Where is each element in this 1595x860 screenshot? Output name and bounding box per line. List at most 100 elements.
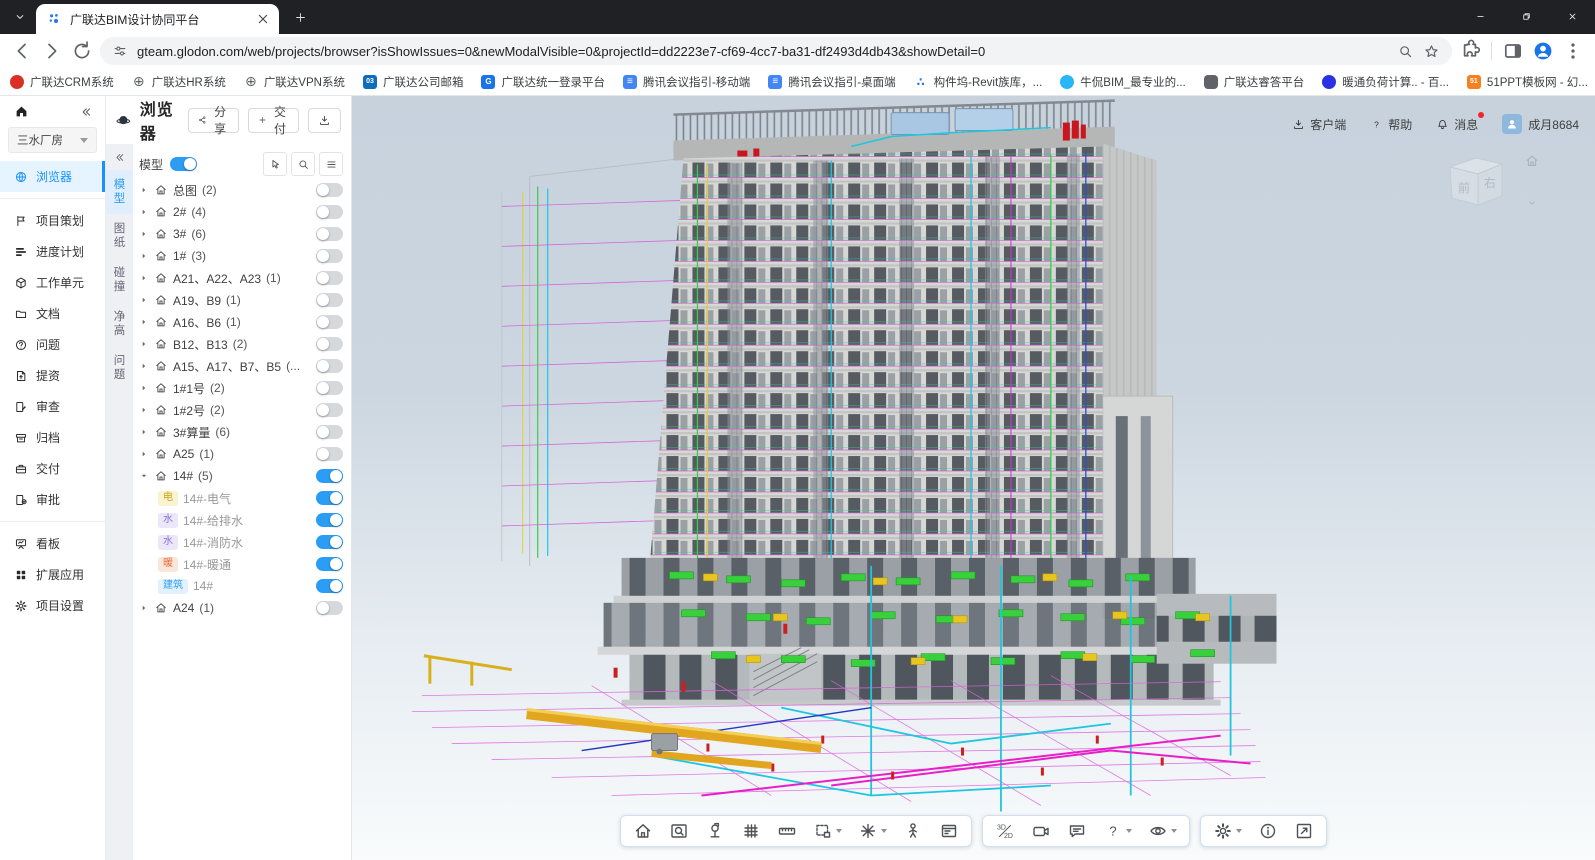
tree-row[interactable]: 1#2号 (2) — [139, 399, 343, 421]
visibility-toggle[interactable] — [316, 447, 343, 461]
visibility-toggle[interactable] — [316, 315, 343, 329]
tree-row[interactable]: A19、B9 (1) — [139, 289, 343, 311]
panel-tab[interactable]: 净高 — [106, 302, 133, 346]
sidebar-item[interactable]: 交付 — [0, 453, 105, 484]
user-menu[interactable]: 成月8684 — [1502, 114, 1579, 134]
toolbar-button[interactable] — [777, 821, 797, 841]
site-info-icon[interactable] — [112, 43, 128, 59]
caret-right-icon[interactable] — [139, 185, 149, 195]
tree-row[interactable]: 1#1号 (2) — [139, 377, 343, 399]
visibility-toggle[interactable] — [316, 403, 343, 417]
toolbar-button[interactable] — [1213, 821, 1242, 841]
visibility-toggle[interactable] — [316, 337, 343, 351]
tree-row[interactable]: 水 14#-消防水 — [139, 531, 343, 553]
view-cube-right-label[interactable]: 右 — [1484, 175, 1496, 190]
window-close-button[interactable] — [1549, 0, 1595, 32]
view-home-icon[interactable] — [1524, 153, 1540, 169]
toolbar-button[interactable]: ? — [1103, 821, 1132, 841]
caret-right-icon[interactable] — [139, 405, 149, 415]
toolbar-button[interactable] — [1294, 821, 1314, 841]
visibility-toggle[interactable] — [316, 359, 343, 373]
sidebar-item[interactable]: 扩展应用 — [0, 559, 105, 590]
visibility-toggle[interactable] — [316, 293, 343, 307]
toolbar-button[interactable] — [903, 821, 923, 841]
extensions-icon[interactable] — [1458, 39, 1482, 63]
toolbar-button[interactable] — [858, 821, 887, 841]
tree-row[interactable]: 总图 (2) — [139, 179, 343, 201]
sidebar-item[interactable]: 进度计划 — [0, 236, 105, 267]
toolbar-button[interactable] — [633, 821, 653, 841]
tree-row[interactable]: A21、A22、A23 (1) — [139, 267, 343, 289]
url-text[interactable]: gteam.glodon.com/web/projects/browser?is… — [137, 44, 1388, 59]
caret-right-icon[interactable] — [139, 295, 149, 305]
help-link[interactable]: ? 帮助 — [1370, 116, 1412, 133]
bookmark[interactable]: 广联达睿答平台 — [1204, 74, 1305, 90]
select-tool-button[interactable] — [263, 152, 287, 176]
sidebar-item[interactable]: 工作单元 — [0, 267, 105, 298]
visibility-toggle[interactable] — [316, 381, 343, 395]
collapse-panel-button[interactable] — [106, 144, 133, 170]
tree-row[interactable]: 14# (5) — [139, 465, 343, 487]
view-cube[interactable]: 前 右 — [1438, 151, 1540, 213]
bookmark[interactable]: ⊕ 广联达VPN系统 — [244, 74, 345, 90]
visibility-toggle[interactable] — [316, 249, 343, 263]
collapse-sidebar-icon[interactable] — [79, 105, 93, 119]
window-restore-button[interactable] — [1503, 0, 1549, 32]
model-viewport[interactable]: 客户端 ? 帮助 消息 成月8684 前 右 — [352, 96, 1595, 860]
tree-row[interactable]: 电 14#-电气 — [139, 487, 343, 509]
toolbar-button[interactable]: 3D2D — [995, 821, 1015, 841]
toolbar-button[interactable] — [813, 821, 842, 841]
search-button[interactable] — [291, 152, 315, 176]
messages-link[interactable]: 消息 — [1436, 116, 1478, 133]
toolbar-button[interactable] — [1067, 821, 1087, 841]
back-button[interactable] — [10, 39, 34, 63]
caret-right-icon[interactable] — [139, 273, 149, 283]
caret-right-icon[interactable] — [139, 427, 149, 437]
window-minimize-button[interactable] — [1457, 0, 1503, 32]
bookmark[interactable]: ⊕ 广联达HR系统 — [132, 74, 226, 90]
sidebar-item[interactable]: 审批 — [0, 484, 105, 515]
model-master-toggle[interactable] — [170, 157, 197, 171]
toolbar-button[interactable] — [1258, 821, 1278, 841]
caret-right-icon[interactable] — [139, 449, 149, 459]
panel-tab[interactable]: 模型 — [106, 170, 133, 214]
bookmark[interactable]: 牛侃BIM_最专业的... — [1060, 74, 1185, 90]
browser-menu-icon[interactable] — [1561, 39, 1585, 63]
bookmark[interactable]: 广联达CRM系统 — [10, 74, 114, 90]
caret-right-icon[interactable] — [139, 229, 149, 239]
tree-row[interactable]: 建筑 14# — [139, 575, 343, 597]
side-panel-icon[interactable] — [1501, 39, 1525, 63]
tree-row[interactable]: 3#算量 (6) — [139, 421, 343, 443]
zoom-icon[interactable] — [1397, 43, 1414, 60]
visibility-toggle[interactable] — [316, 579, 343, 593]
sidebar-item[interactable]: 项目策划 — [0, 205, 105, 236]
panel-tab[interactable]: 图纸 — [106, 214, 133, 258]
view-cube-menu-icon[interactable] — [1526, 197, 1538, 209]
visibility-toggle[interactable] — [316, 425, 343, 439]
view-cube-front-label[interactable]: 前 — [1458, 180, 1470, 195]
home-icon[interactable] — [14, 104, 29, 119]
toolbar-button[interactable] — [741, 821, 761, 841]
tree-row[interactable]: 2# (4) — [139, 201, 343, 223]
chevron-down-icon[interactable] — [1126, 829, 1132, 833]
visibility-toggle[interactable] — [316, 469, 343, 483]
chevron-down-icon[interactable] — [1236, 829, 1242, 833]
visibility-toggle[interactable] — [316, 513, 343, 527]
list-options-button[interactable] — [319, 152, 343, 176]
client-download-link[interactable]: 客户端 — [1292, 116, 1346, 133]
bookmark[interactable]: 51 51PPT模板网 - 幻... — [1467, 74, 1588, 90]
tree-row[interactable]: A24 (1) — [139, 597, 343, 619]
visibility-toggle[interactable] — [316, 271, 343, 285]
tree-row[interactable]: A15、A17、B7、B5 (... — [139, 355, 343, 377]
caret-down-icon[interactable] — [139, 471, 149, 481]
tree-row[interactable]: 3# (6) — [139, 223, 343, 245]
tree-row[interactable]: B12、B13 (2) — [139, 333, 343, 355]
download-button[interactable] — [308, 108, 341, 133]
bookmark[interactable]: ≡ 腾讯会议指引-移动端 — [623, 74, 750, 90]
browser-tab[interactable]: 广联达BIM设计协同平台 — [36, 4, 279, 34]
panel-tab[interactable]: 碰撞 — [106, 258, 133, 302]
sidebar-item[interactable]: 提资 — [0, 360, 105, 391]
sidebar-item[interactable]: 项目设置 — [0, 590, 105, 621]
caret-right-icon[interactable] — [139, 317, 149, 327]
sidebar-item[interactable]: 归档 — [0, 422, 105, 453]
